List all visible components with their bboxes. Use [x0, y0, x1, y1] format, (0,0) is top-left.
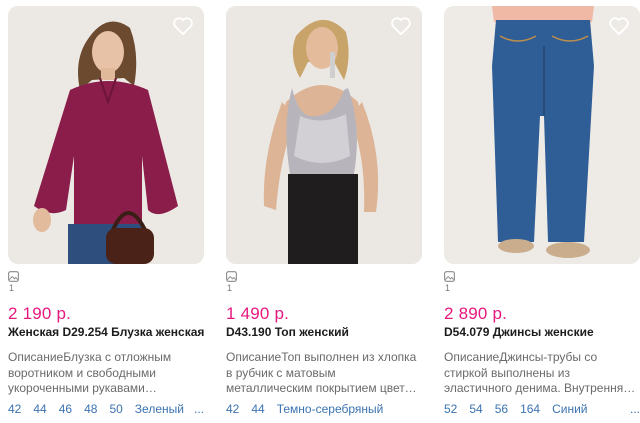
size-option[interactable]: 46 [59, 402, 72, 416]
product-image[interactable] [226, 6, 422, 264]
product-price: 2 190 р. [8, 304, 72, 323]
size-option[interactable]: 44 [33, 402, 46, 416]
product-description: ОписаниеДжинсы-трубы со стиркой выполнен… [444, 350, 630, 395]
product-image[interactable] [8, 6, 204, 264]
size-option[interactable]: 50 [109, 402, 122, 416]
color-option[interactable]: Зеленый [135, 402, 184, 416]
color-option[interactable]: Синий [552, 402, 587, 416]
product-title[interactable]: Женская D29.254 Блузка женская [8, 325, 204, 339]
product-price: 2 890 р. [444, 304, 508, 323]
product-title[interactable]: D43.190 Топ женский [226, 325, 422, 339]
image-count: 1 [8, 271, 28, 293]
image-count: 1 [444, 271, 464, 293]
size-list: 42 44 46 48 50 Зеленый ... [8, 402, 204, 416]
product-card[interactable]: 1 2 890 р. D54.079 Джинсы женские Описан… [444, 0, 640, 423]
favorite-heart-icon[interactable] [390, 16, 412, 36]
size-option[interactable]: 164 [520, 402, 540, 416]
image-count-value: 1 [9, 283, 15, 293]
color-option[interactable]: Темно-серебряный [277, 402, 384, 416]
product-title[interactable]: D54.079 Джинсы женские [444, 325, 640, 339]
image-count: 1 [226, 271, 246, 293]
more-options[interactable]: ... [194, 402, 204, 416]
product-card[interactable]: 1 2 190 р. Женская D29.254 Блузка женска… [8, 0, 204, 423]
size-option[interactable]: 42 [8, 402, 21, 416]
product-price: 1 490 р. [226, 304, 290, 323]
product-image[interactable] [444, 6, 640, 264]
product-description: ОписаниеБлузка с отложным воротником и с… [8, 350, 172, 395]
image-count-value: 1 [445, 283, 451, 293]
product-description: ОписаниеТоп выполнен из хлопка в рубчик … [226, 350, 417, 395]
image-icon [444, 271, 455, 282]
favorite-heart-icon[interactable] [172, 16, 194, 36]
size-option[interactable]: 44 [251, 402, 264, 416]
size-option[interactable]: 56 [495, 402, 508, 416]
size-option[interactable]: 52 [444, 402, 457, 416]
size-list: 52 54 56 164 Синий ... [444, 402, 640, 416]
image-count-value: 1 [227, 283, 233, 293]
more-options[interactable]: ... [630, 402, 640, 416]
favorite-heart-icon[interactable] [608, 16, 630, 36]
size-option[interactable]: 54 [469, 402, 482, 416]
size-list: 42 44 Темно-серебряный [226, 402, 422, 416]
size-option[interactable]: 42 [226, 402, 239, 416]
image-icon [226, 271, 237, 282]
size-option[interactable]: 48 [84, 402, 97, 416]
product-card[interactable]: 1 1 490 р. D43.190 Топ женский ОписаниеТ… [226, 0, 422, 423]
image-icon [8, 271, 19, 282]
